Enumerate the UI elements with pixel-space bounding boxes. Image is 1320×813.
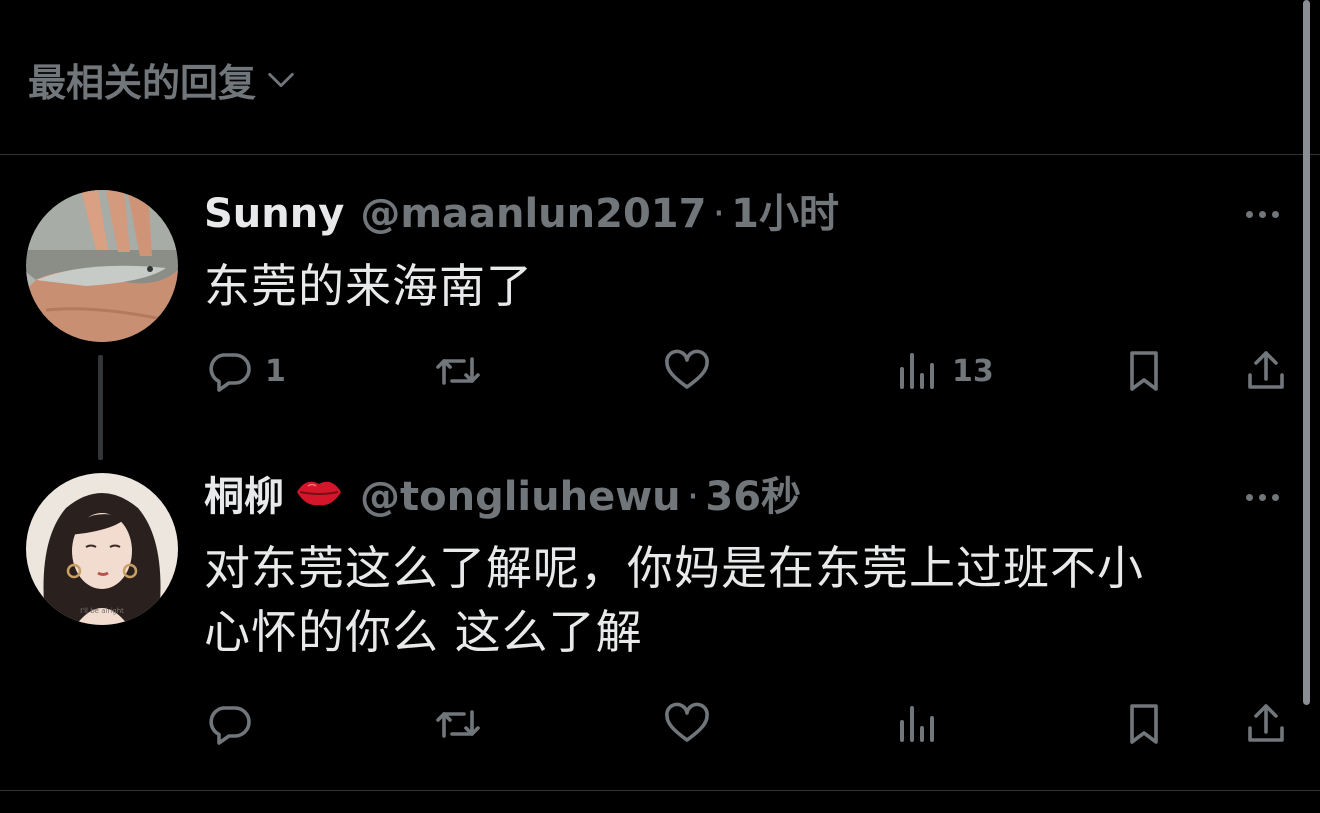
separator-dot: · <box>712 191 726 237</box>
thread-connector-line <box>98 355 103 460</box>
bookmark-icon <box>1130 351 1158 391</box>
sort-replies-dropdown[interactable]: 最相关的回复 <box>28 52 298 107</box>
retweet-button[interactable] <box>434 347 482 395</box>
retweet-icon <box>436 710 480 738</box>
avatar[interactable] <box>26 190 178 342</box>
share-icon <box>1248 704 1284 742</box>
svg-text:I'll be alright: I'll be alright <box>80 607 124 615</box>
reply-icon <box>209 706 251 745</box>
share-button[interactable] <box>1242 347 1290 395</box>
user-handle[interactable]: @maanlun2017 <box>360 188 706 240</box>
reply-button[interactable] <box>205 700 253 748</box>
views-icon <box>900 353 934 389</box>
views-count: 13 <box>952 353 994 389</box>
bookmark-button[interactable] <box>1120 347 1168 395</box>
tweet-text: 东莞的来海南了 <box>204 254 533 318</box>
sort-label: 最相关的回复 <box>28 61 257 105</box>
separator-dot: · <box>686 474 700 520</box>
share-button[interactable] <box>1242 700 1290 748</box>
like-icon <box>665 349 709 389</box>
share-icon <box>1248 351 1284 389</box>
reply-count: 1 <box>265 353 286 389</box>
reply-button[interactable]: 1 <box>205 347 286 395</box>
bookmark-button[interactable] <box>1120 700 1168 748</box>
tweet-text: 对东莞这么了解呢，你妈是在东莞上过班不小 心怀的你么 这么了解 <box>204 536 1144 664</box>
display-name[interactable]: Sunny <box>204 188 344 240</box>
tweet-header: 桐柳 @tongliuhewu · 36秒 <box>204 471 801 523</box>
views-button[interactable]: 13 <box>892 347 994 395</box>
avatar-illustrated-girl-image: I'll be alright <box>26 473 178 625</box>
more-icon[interactable] <box>1246 211 1279 218</box>
reply-icon <box>209 353 251 392</box>
timestamp[interactable]: 1小时 <box>731 188 839 240</box>
lips-kiss-icon <box>297 481 341 506</box>
more-icon[interactable] <box>1246 494 1279 501</box>
scrollbar[interactable] <box>1303 0 1310 705</box>
like-button[interactable] <box>663 700 711 748</box>
display-name[interactable]: 桐柳 <box>204 471 284 523</box>
timestamp[interactable]: 36秒 <box>705 471 801 523</box>
tweet-text-line: 心怀的你么 这么了解 <box>204 605 643 659</box>
reply-thread-page: 最相关的回复 Sunny @maanlun2017 · 1小时 东莞的来海南了 <box>0 0 1320 813</box>
tweet-header: Sunny @maanlun2017 · 1小时 <box>204 188 839 240</box>
chevron-down-icon <box>268 72 294 87</box>
views-icon <box>900 706 934 742</box>
retweet-icon <box>436 357 480 385</box>
divider-top <box>0 154 1320 155</box>
user-handle[interactable]: @tongliuhewu <box>360 471 681 523</box>
tweet-text-line: 对东莞这么了解呢，你妈是在东莞上过班不小 <box>204 541 1144 595</box>
tweet-text-line: 东莞的来海南了 <box>204 259 533 313</box>
retweet-button[interactable] <box>434 700 482 748</box>
like-button[interactable] <box>663 347 711 395</box>
avatar[interactable]: I'll be alright <box>26 473 178 625</box>
divider-bottom <box>0 790 1320 791</box>
bookmark-icon <box>1130 704 1158 744</box>
views-button[interactable] <box>892 700 940 748</box>
like-icon <box>665 702 709 742</box>
avatar-fish-in-hand-image <box>26 190 178 342</box>
